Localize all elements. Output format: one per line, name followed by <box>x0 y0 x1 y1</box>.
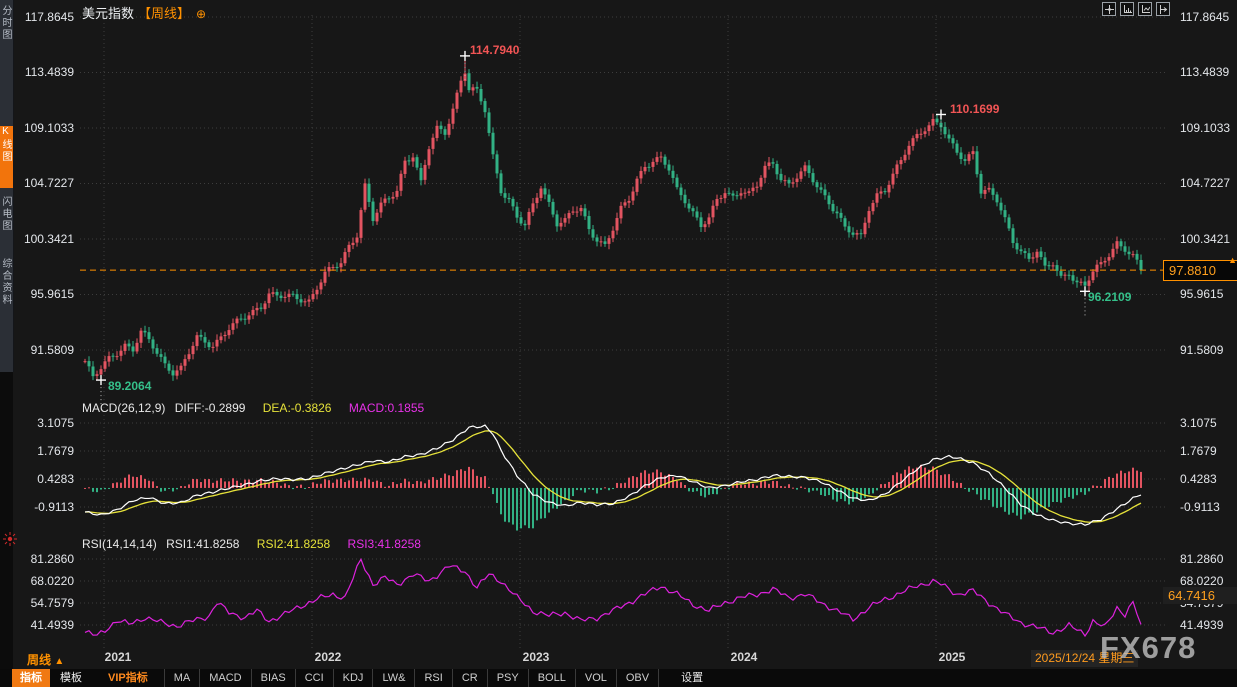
period-selector[interactable]: 周线 ▲ <box>27 651 64 668</box>
toolbar-tab-OBV[interactable]: OBV <box>617 669 659 687</box>
rsi2-value: RSI2:41.8258 <box>257 537 330 551</box>
rsi-tick-left: 81.2860 <box>14 552 74 566</box>
axis-scale-left-icon[interactable] <box>1120 2 1134 16</box>
sidebar-item-2[interactable]: 闪电图 <box>0 196 13 254</box>
macd-tick-right: 1.7679 <box>1180 444 1217 458</box>
sidebar-item-0[interactable]: 分时图 <box>0 5 13 93</box>
chart-title-bar: 美元指数【周线】 ⊕ <box>82 3 206 22</box>
toolbar-tab-LW&[interactable]: LW& <box>373 669 415 687</box>
price-tick-right: 104.7227 <box>1180 176 1230 190</box>
symbol-title: 美元指数 <box>82 6 134 21</box>
price-tick-right: 117.8645 <box>1180 10 1229 24</box>
toolbar-tab-RSI[interactable]: RSI <box>415 669 452 687</box>
period-selector-label: 周线 <box>27 653 51 667</box>
macd-tick-right: -0.9113 <box>1180 500 1220 514</box>
annotation-high-2022: 114.7940 <box>470 43 519 57</box>
price-tick-left: 100.3421 <box>14 232 74 246</box>
price-marker-icon: ▲ <box>1228 251 1237 270</box>
macd-tick-left: 0.4283 <box>14 472 74 486</box>
window-controls <box>1102 2 1170 16</box>
axis-shift-right-icon[interactable] <box>1156 2 1170 16</box>
toolbar-tab-CR[interactable]: CR <box>453 669 488 687</box>
annotation-low-2025: 96.2109 <box>1088 290 1131 304</box>
toolbar-tab-PSY[interactable]: PSY <box>488 669 529 687</box>
price-tick-left: 95.9615 <box>14 287 74 301</box>
toolbar-tab-VOL[interactable]: VOL <box>576 669 617 687</box>
indicator-toolbar: 指标模板 VIP指标 MAMACDBIASCCIKDJLW&RSICRPSYBOLL… <box>0 669 1237 687</box>
annotation-high-2025: 110.1699 <box>950 102 999 116</box>
chart-application: 分时图 K线图闪电图综合资料 美元指数【周线】 ⊕ <box>0 0 1237 687</box>
last-price-value: 97.8810 <box>1169 263 1216 278</box>
price-tick-right: 113.4839 <box>1180 65 1229 79</box>
x-axis-year-label: 2025 <box>939 650 966 664</box>
toolbar-tab-BOLL[interactable]: BOLL <box>529 669 576 687</box>
price-tick-right: 109.1033 <box>1180 121 1230 135</box>
axis-scale-bottom-icon[interactable] <box>1138 2 1152 16</box>
price-tick-left: 109.1033 <box>14 121 74 135</box>
left-sidebar: 分时图 K线图闪电图综合资料 <box>0 0 13 687</box>
pan-tool-icon[interactable] <box>1102 2 1116 16</box>
macd-tick-left: -0.9113 <box>14 500 74 514</box>
macd-tick-right: 0.4283 <box>1180 472 1217 486</box>
add-indicator-icon[interactable]: ⊕ <box>196 7 206 21</box>
x-axis-year-label: 2024 <box>731 650 758 664</box>
rsi-last-value: 64.7416 <box>1168 588 1215 603</box>
rsi-label: RSI(14,14,14) <box>82 537 157 551</box>
price-tick-left: 113.4839 <box>14 65 74 79</box>
price-tick-right: 91.5809 <box>1180 343 1223 357</box>
rsi1-value: RSI1:41.8258 <box>166 537 239 551</box>
rsi-header: RSI(14,14,14) RSI1:41.8258 RSI2:41.8258 … <box>82 537 421 551</box>
annotation-low-2021: 89.2064 <box>108 379 151 393</box>
price-tick-right: 95.9615 <box>1180 287 1223 301</box>
macd-macd-value: MACD:0.1855 <box>349 401 424 415</box>
chevron-up-icon: ▲ <box>54 656 64 667</box>
price-tick-left: 117.8645 <box>14 10 74 24</box>
rsi-tick-right: 81.2860 <box>1180 552 1223 566</box>
rsi-last-value-box: 64.7416 <box>1163 587 1237 604</box>
macd-tick-left: 3.1075 <box>14 416 74 430</box>
macd-header: MACD(26,12,9) DIFF:-0.2899 DEA:-0.3826 M… <box>82 401 424 415</box>
last-price-box: 97.8810 ▲ <box>1163 260 1237 281</box>
red-burst-icon[interactable] <box>2 531 18 552</box>
toolbar-tab-设置[interactable]: 设置 <box>673 669 711 687</box>
x-axis-year-label: 2023 <box>523 650 550 664</box>
macd-label: MACD(26,12,9) <box>82 401 165 415</box>
x-axis-year-label: 2021 <box>105 650 132 664</box>
toolbar-tab-VIP指标[interactable]: VIP指标 <box>100 669 156 687</box>
chart-plot-area[interactable] <box>0 0 1237 687</box>
toolbar-tab-CCI[interactable]: CCI <box>296 669 334 687</box>
toolbar-tab-BIAS[interactable]: BIAS <box>252 669 296 687</box>
price-tick-right: 100.3421 <box>1180 232 1230 246</box>
sidebar-item-3[interactable]: 综合资料 <box>0 258 13 358</box>
rsi3-value: RSI3:41.8258 <box>348 537 421 551</box>
price-tick-left: 91.5809 <box>14 343 74 357</box>
macd-dea-value: DEA:-0.3826 <box>263 401 332 415</box>
macd-diff-value: DIFF:-0.2899 <box>175 401 246 415</box>
sidebar-tab-strip: 分时图 K线图闪电图综合资料 <box>0 0 14 372</box>
sidebar-item-1[interactable]: K线图 <box>0 126 13 188</box>
rsi-tick-left: 68.0220 <box>14 574 74 588</box>
rsi-tick-left: 41.4939 <box>14 618 74 632</box>
toolbar-tab-指标[interactable]: 指标 <box>12 669 50 687</box>
toolbar-tab-KDJ[interactable]: KDJ <box>334 669 374 687</box>
x-axis-year-label: 2022 <box>315 650 342 664</box>
rsi-tick-left: 54.7579 <box>14 596 74 610</box>
price-tick-left: 104.7227 <box>14 176 74 190</box>
macd-tick-right: 3.1075 <box>1180 416 1217 430</box>
period-tag[interactable]: 【周线】 <box>138 6 190 21</box>
fx678-watermark: FX678 <box>1100 630 1196 666</box>
toolbar-tab-MA[interactable]: MA <box>164 669 201 687</box>
rsi-tick-right: 68.0220 <box>1180 574 1223 588</box>
toolbar-tab-模板[interactable]: 模板 <box>52 669 90 687</box>
macd-tick-left: 1.7679 <box>14 444 74 458</box>
toolbar-tab-MACD[interactable]: MACD <box>200 669 251 687</box>
